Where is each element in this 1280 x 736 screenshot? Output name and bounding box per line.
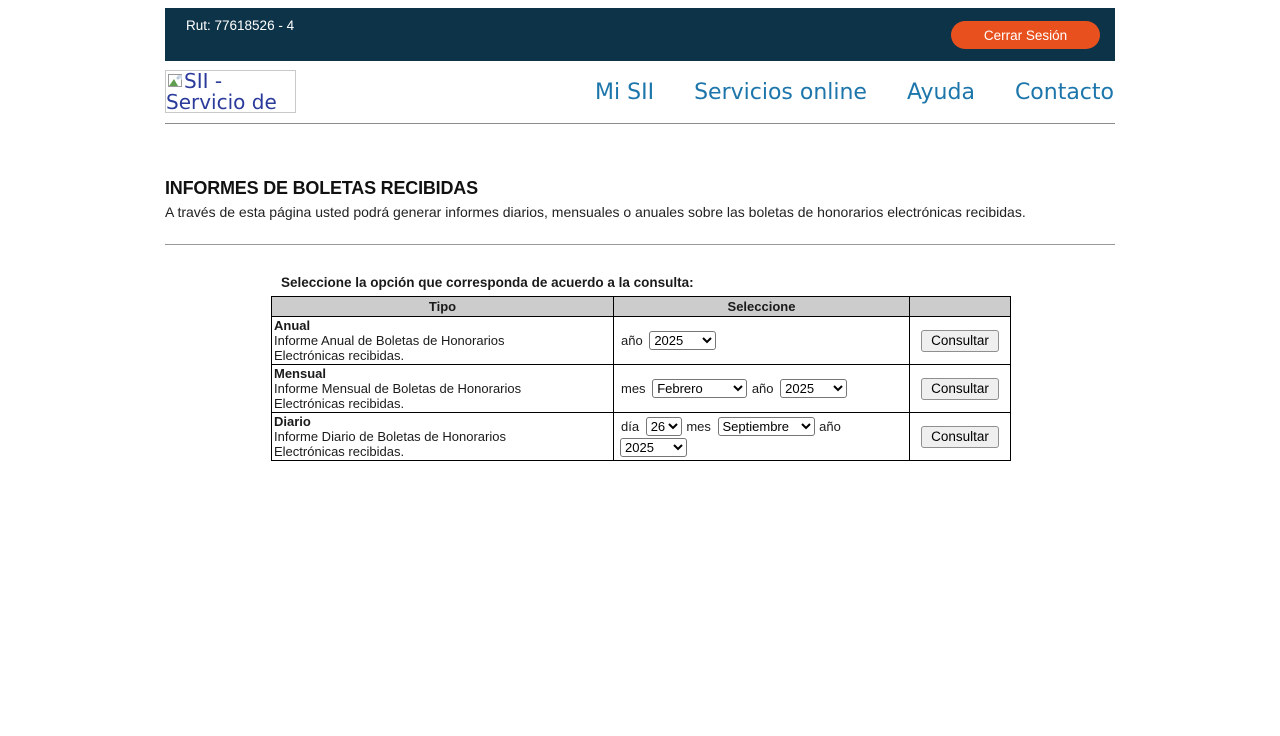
section-divider: [165, 244, 1115, 245]
mensual-consultar-button[interactable]: Consultar: [921, 378, 999, 400]
mensual-mes-label: mes: [621, 381, 646, 396]
nav-mi-sii[interactable]: Mi SII: [595, 80, 654, 105]
session-topbar: Rut: 77618526 - 4 Cerrar Sesión: [165, 8, 1115, 61]
page-container: Rut: 77618526 - 4 Cerrar Sesión SII - Se…: [165, 8, 1115, 461]
page-subtitle: A través de esta página usted podrá gene…: [165, 204, 1115, 220]
tipo-diario-description: Informe Diario de Boletas de Honorarios …: [274, 429, 574, 459]
table-row-mensual: Mensual Informe Mensual de Boletas de Ho…: [272, 365, 1011, 413]
consulta-prompt: Seleccione la opción que corresponda de …: [281, 275, 1115, 290]
diario-dia-select[interactable]: 26: [646, 417, 682, 436]
informes-table: Tipo Seleccione Anual Informe Anual de B…: [271, 296, 1011, 461]
sii-logo-broken-image[interactable]: SII - Servicio de: [165, 70, 296, 113]
page-title: INFORMES DE BOLETAS RECIBIDAS: [165, 178, 1115, 199]
header-tipo: Tipo: [272, 297, 614, 317]
mensual-anio-select[interactable]: 2025: [780, 379, 847, 398]
diario-dia-label: día: [621, 419, 639, 434]
anual-consultar-button[interactable]: Consultar: [921, 330, 999, 352]
tipo-mensual-label: Mensual: [274, 366, 611, 381]
tipo-anual-description: Informe Anual de Boletas de Honorarios E…: [274, 333, 574, 363]
rut-label: Rut: 77618526 - 4: [186, 18, 294, 33]
diario-anio-select[interactable]: 2025: [620, 438, 687, 457]
consulta-section: Seleccione la opción que corresponda de …: [271, 275, 1115, 461]
site-header: SII - Servicio de Mi SII Servicios onlin…: [165, 61, 1115, 124]
diario-consultar-button[interactable]: Consultar: [921, 426, 999, 448]
table-header-row: Tipo Seleccione: [272, 297, 1011, 317]
cerrar-sesion-button[interactable]: Cerrar Sesión: [951, 21, 1100, 49]
anual-anio-label: año: [621, 333, 643, 348]
header-seleccione: Seleccione: [614, 297, 910, 317]
mensual-mes-select[interactable]: Febrero: [652, 379, 747, 398]
diario-anio-label: año: [819, 419, 841, 434]
nav-ayuda[interactable]: Ayuda: [907, 80, 975, 105]
table-row-anual: Anual Informe Anual de Boletas de Honora…: [272, 317, 1011, 365]
table-row-diario: Diario Informe Diario de Boletas de Hono…: [272, 413, 1011, 461]
anual-anio-select[interactable]: 2025: [649, 331, 716, 350]
tipo-diario-label: Diario: [274, 414, 611, 429]
tipo-mensual-description: Informe Mensual de Boletas de Honorarios…: [274, 381, 574, 411]
broken-image-icon: [168, 74, 183, 88]
mensual-anio-label: año: [752, 381, 774, 396]
header-accion: [910, 297, 1011, 317]
tipo-anual-label: Anual: [274, 318, 611, 333]
main-nav: Mi SII Servicios online Ayuda Contacto: [595, 80, 1115, 105]
diario-mes-select[interactable]: Septiembre: [718, 417, 815, 436]
nav-servicios-online[interactable]: Servicios online: [694, 80, 867, 105]
diario-mes-label: mes: [686, 419, 711, 434]
nav-contacto[interactable]: Contacto: [1015, 80, 1114, 105]
